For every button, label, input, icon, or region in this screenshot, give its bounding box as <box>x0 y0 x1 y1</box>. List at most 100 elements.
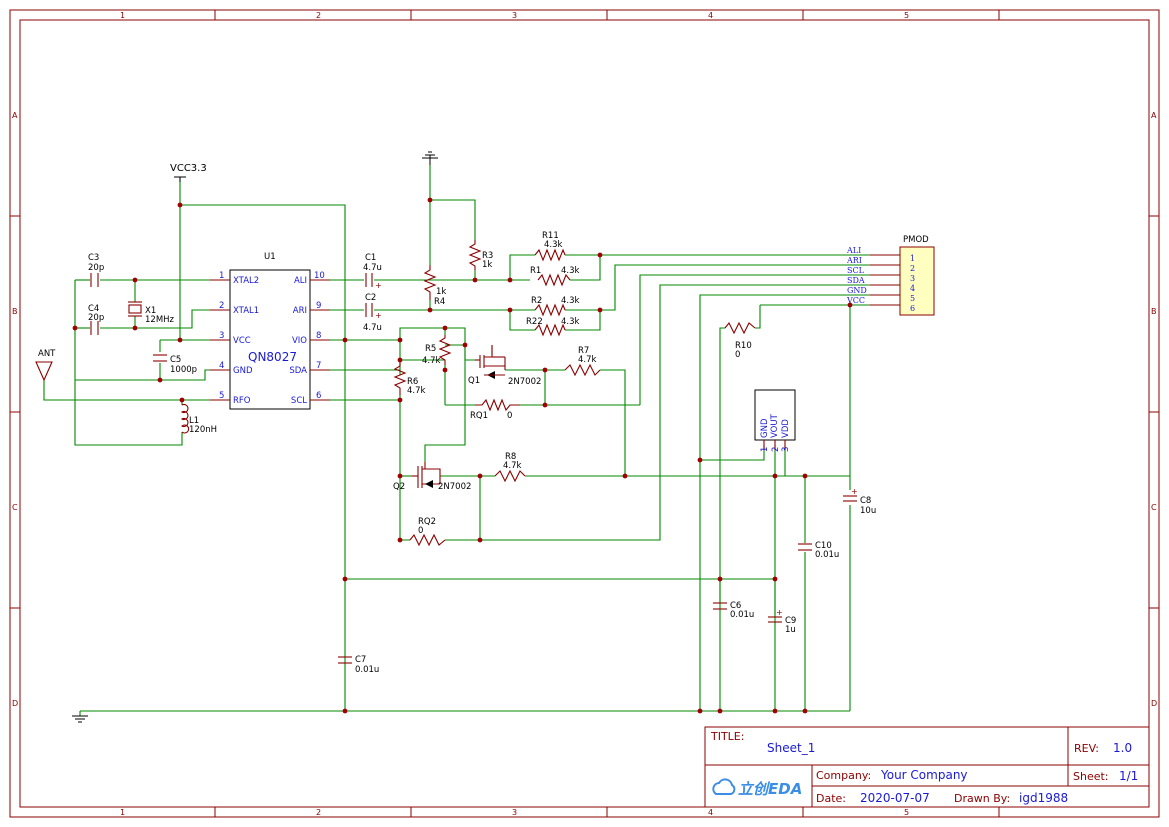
capacitor-c3[interactable]: C3 20p <box>88 253 104 287</box>
u1-name: QN8027 <box>248 350 297 364</box>
rq1-value: 0 <box>507 411 512 421</box>
grid-col-label: 5 <box>904 808 909 817</box>
r7-value: 4.7k <box>578 355 597 365</box>
ground-symbol-bottom[interactable] <box>72 715 88 723</box>
pmod-net-label: SCL <box>847 266 865 275</box>
grid-col-label: 1 <box>120 808 125 817</box>
ground-symbol-top[interactable] <box>422 151 438 165</box>
drawn-by-label: Drawn By: <box>954 792 1010 805</box>
q1-value: 2N7002 <box>508 377 541 387</box>
r4-ref: R4 <box>434 297 445 307</box>
mosfet-q1[interactable]: Q1 2N7002 <box>468 345 541 387</box>
c7-value: 0.01u <box>355 665 379 675</box>
capacitor-c7[interactable]: C7 0.01u <box>338 655 379 675</box>
u1-pin-name: SDA <box>289 366 307 376</box>
resistor-r2[interactable]: R2 4.3k <box>531 296 580 317</box>
r22-ref: R22 <box>526 317 543 327</box>
cloud-icon <box>712 778 736 795</box>
svg-text:+: + <box>375 311 382 320</box>
resistor-r10[interactable]: R10 0 <box>724 321 756 360</box>
sheet-label: Sheet: <box>1073 770 1109 783</box>
resistor-r3[interactable]: R3 1k <box>468 240 493 270</box>
c1-ref: C1 <box>365 253 376 263</box>
grid-col-label: 5 <box>904 11 909 20</box>
u1-pin-num: 10 <box>314 271 325 281</box>
resistor-r1[interactable]: R1 4.3k <box>530 266 580 287</box>
resistor-r7[interactable]: R7 4.7k <box>564 346 601 377</box>
u1-qn8027[interactable]: U1 QN8027 1 2 3 4 5 XTAL2 XTAL1 VCC GND … <box>210 252 330 410</box>
resistor-rq2[interactable]: RQ2 0 <box>409 517 446 547</box>
date-label: Date: <box>816 792 846 805</box>
u1-pin-name: GND <box>233 366 253 376</box>
resistor-r8[interactable]: R8 4.7k <box>494 452 526 483</box>
u1-pin-num: 8 <box>316 331 321 341</box>
rev-label: REV: <box>1074 742 1099 755</box>
r10-value: 0 <box>735 350 740 360</box>
capacitor-c8[interactable]: + C8 10u <box>843 487 876 516</box>
c7-ref: C7 <box>355 655 366 665</box>
vcc-label: VCC3.3 <box>170 163 207 174</box>
capacitor-c6[interactable]: C6 0.01u <box>713 601 754 620</box>
capacitor-c10[interactable]: C10 0.01u <box>798 541 839 560</box>
capacitor-c2[interactable]: + C2 4.7u <box>363 293 382 333</box>
voltage-regulator[interactable]: GND VOUT VDD 1 2 3 <box>754 389 796 452</box>
u1-pin-name: VCC <box>233 336 251 346</box>
mosfet-q2[interactable]: Q2 2N7002 <box>393 462 471 492</box>
r6-value: 4.7k <box>407 386 426 396</box>
reg-pin-num: 3 <box>781 447 791 452</box>
grid-col-label: 3 <box>512 808 517 817</box>
pmod-net-label: GND <box>847 286 867 295</box>
grid-row-label: C <box>1151 503 1157 512</box>
u1-ref: U1 <box>264 252 276 262</box>
reg-pin-name: VDD <box>781 419 791 438</box>
pmod-net-label: ALI <box>846 246 861 255</box>
c9-value: 1u <box>785 625 796 635</box>
grid-col-label: 4 <box>708 808 713 817</box>
resistor-r5[interactable]: R5 4.7k <box>422 335 452 366</box>
company-label: Company: <box>816 769 871 782</box>
company-value: Your Company <box>880 768 968 782</box>
reg-pin-num: 1 <box>760 447 770 452</box>
antenna-ant[interactable]: ANT <box>35 349 56 382</box>
r3-value: 1k <box>482 260 492 270</box>
q1-ref: Q1 <box>468 376 480 386</box>
reg-pin-num: 2 <box>771 447 781 452</box>
u1-pin-name: SCL <box>291 396 307 406</box>
svg-text:+: + <box>776 608 783 617</box>
resistor-r11[interactable]: R11 4.3k <box>534 231 566 262</box>
u1-pin-num: 5 <box>219 391 224 401</box>
q2-ref: Q2 <box>393 482 405 492</box>
c8-ref: C8 <box>860 496 871 506</box>
c10-value: 0.01u <box>815 550 839 560</box>
inductor-l1[interactable]: L1 120nH <box>180 403 217 435</box>
grid-row-label: A <box>1151 111 1157 120</box>
resistor-r4[interactable]: 1k R4 <box>423 265 446 307</box>
capacitor-c9[interactable]: + C9 1u <box>768 608 796 635</box>
capacitor-c4[interactable]: C4 20p <box>88 304 104 335</box>
r1-value: 4.3k <box>561 266 580 276</box>
capacitor-c1[interactable]: + C1 4.7u <box>363 253 382 290</box>
sheet-frame: 1 2 3 4 5 1 2 3 4 5 A B C D A B C D <box>9 9 1160 818</box>
lceda-logo: 立创EDA <box>712 778 802 798</box>
u1-pin-name: XTAL2 <box>233 276 259 286</box>
grid-col-label: 4 <box>708 11 713 20</box>
wires <box>43 165 870 716</box>
pmod-pin-num: 6 <box>910 304 915 313</box>
date-value: 2020-07-07 <box>860 791 930 805</box>
vcc33-symbol[interactable]: VCC3.3 <box>170 163 207 182</box>
pmod-pin-num: 2 <box>910 264 915 273</box>
logo-text: 立创EDA <box>738 780 802 798</box>
svg-text:+: + <box>375 281 382 290</box>
u1-pin-name: ARI <box>293 306 307 316</box>
x1-value: 12MHz <box>145 315 175 325</box>
c5-value: 1000p <box>170 365 197 375</box>
resistor-rq1[interactable]: RQ1 0 <box>470 398 520 421</box>
u1-pin-num: 6 <box>316 391 321 401</box>
svg-text:+: + <box>851 487 858 496</box>
c1-value: 4.7u <box>363 263 382 273</box>
grid-row-label: B <box>1151 307 1157 316</box>
title-value: Sheet_1 <box>767 741 815 755</box>
grid-col-label: 3 <box>512 11 517 20</box>
c5-ref: C5 <box>170 355 181 365</box>
resistor-r22[interactable]: R22 4.3k <box>526 317 580 337</box>
